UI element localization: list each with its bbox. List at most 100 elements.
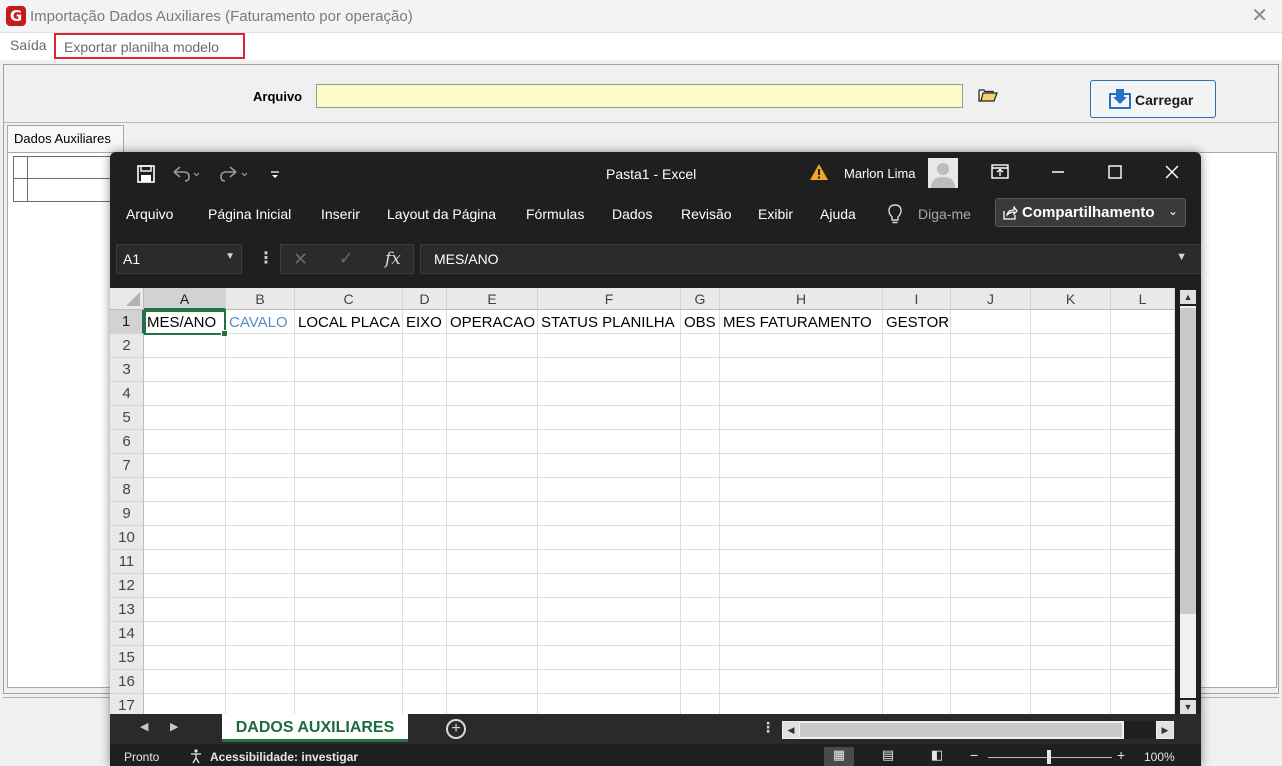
tab-exibir[interactable]: Exibir <box>758 206 793 222</box>
row-header[interactable]: 16 <box>110 670 144 694</box>
spreadsheet-grid[interactable]: A B C D E F G H I J K L 1 2 3 4 5 6 7 8 9 10 11 12 13 14 15 16 17 MES… <box>110 288 1175 714</box>
column-header[interactable]: H <box>720 288 883 310</box>
zoom-level[interactable]: 100% <box>1144 750 1175 764</box>
tab-formulas[interactable]: Fórmulas <box>526 206 584 222</box>
undo-icon[interactable] <box>170 164 200 184</box>
redo-icon[interactable] <box>218 164 248 184</box>
row-header[interactable]: 6 <box>110 430 144 454</box>
column-header[interactable]: F <box>538 288 681 310</box>
row-header[interactable]: 5 <box>110 406 144 430</box>
header-cell[interactable]: LOCAL PLACA <box>295 310 403 334</box>
zoom-in-icon[interactable]: + <box>1117 747 1125 763</box>
expand-formula-icon[interactable]: ▼ <box>1176 251 1187 263</box>
column-header[interactable]: A <box>144 288 226 310</box>
tab-layout-pagina[interactable]: Layout da Página <box>387 206 496 222</box>
row-header[interactable]: 14 <box>110 622 144 646</box>
horizontal-scrollbar[interactable]: ◀ ▶ <box>782 721 1174 739</box>
column-header[interactable]: B <box>226 288 295 310</box>
gridline <box>719 310 720 714</box>
row-header[interactable]: 4 <box>110 382 144 406</box>
lightbulb-icon[interactable] <box>886 203 904 225</box>
menu-exit[interactable]: Saída <box>10 37 47 53</box>
row-header[interactable]: 7 <box>110 454 144 478</box>
tab-dados[interactable]: Dados <box>612 206 652 222</box>
normal-view-icon[interactable]: ▦ <box>824 747 854 766</box>
maximize-icon[interactable] <box>1103 160 1127 184</box>
zoom-slider-thumb[interactable] <box>1047 750 1051 764</box>
row-header[interactable]: 2 <box>110 334 144 358</box>
row-header[interactable]: 1 <box>110 310 144 334</box>
tab-dados-auxiliares[interactable]: Dados Auxiliares <box>7 125 124 153</box>
customize-toolbar-icon[interactable] <box>268 164 282 184</box>
page-break-view-icon[interactable]: ◧ <box>922 747 952 766</box>
column-header[interactable]: J <box>951 288 1031 310</box>
minimize-icon[interactable] <box>1046 160 1070 184</box>
row-header[interactable]: 12 <box>110 574 144 598</box>
header-cell[interactable]: GESTOR <box>883 310 951 334</box>
user-name[interactable]: Marlon Lima <box>844 166 916 181</box>
header-cell[interactable]: CAVALO <box>226 310 295 334</box>
column-header[interactable]: D <box>403 288 447 310</box>
excel-close-icon[interactable] <box>1160 160 1184 184</box>
warning-icon[interactable] <box>809 163 829 181</box>
row-header[interactable]: 11 <box>110 550 144 574</box>
header-cell[interactable]: EIXO <box>403 310 447 334</box>
add-sheet-icon[interactable]: + <box>446 719 466 739</box>
header-cell[interactable]: OBS <box>681 310 720 334</box>
menu-export-template[interactable]: Exportar planilha modelo <box>54 33 245 59</box>
folder-open-icon[interactable] <box>978 87 998 103</box>
avatar[interactable] <box>928 158 958 188</box>
column-header[interactable]: L <box>1111 288 1175 310</box>
name-box[interactable]: A1 ▼ <box>116 244 242 274</box>
row-header[interactable]: 8 <box>110 478 144 502</box>
column-header[interactable]: G <box>681 288 720 310</box>
row-header[interactable]: 3 <box>110 358 144 382</box>
formula-input[interactable]: MES/ANO ▼ <box>420 244 1201 274</box>
vertical-scrollbar[interactable]: ▲ ▼ <box>1176 288 1200 714</box>
scroll-thumb[interactable] <box>1180 308 1196 614</box>
sheet-options-icon[interactable]: ⋮ <box>761 719 775 736</box>
header-cell[interactable]: STATUS PLANILHA <box>538 310 681 334</box>
gridline <box>144 669 1175 670</box>
ribbon-display-icon[interactable] <box>988 160 1012 184</box>
select-all-corner[interactable] <box>110 288 144 310</box>
sheet-tab-dados-auxiliares[interactable]: DADOS AUXILIARES <box>222 714 408 742</box>
file-path-input[interactable] <box>316 84 963 108</box>
row-header[interactable]: 13 <box>110 598 144 622</box>
tab-pagina-inicial[interactable]: Página Inicial <box>208 206 291 222</box>
row-header[interactable]: 10 <box>110 526 144 550</box>
page-layout-view-icon[interactable]: ▤ <box>873 747 903 766</box>
share-button[interactable]: Compartilhamento ⌄ <box>995 198 1186 227</box>
tab-ajuda[interactable]: Ajuda <box>820 206 856 222</box>
data-grid[interactable] <box>13 156 111 202</box>
cancel-icon[interactable]: ✕ <box>293 249 308 270</box>
column-header[interactable]: I <box>883 288 951 310</box>
row-header[interactable]: 9 <box>110 502 144 526</box>
column-header[interactable]: E <box>447 288 538 310</box>
sheet-next-icon[interactable]: ▶ <box>170 720 178 733</box>
header-cell[interactable]: OPERACAO <box>447 310 538 334</box>
load-button[interactable]: Carregar <box>1090 80 1216 118</box>
row-header[interactable]: 15 <box>110 646 144 670</box>
column-header[interactable]: K <box>1031 288 1111 310</box>
scroll-up-icon[interactable]: ▲ <box>1180 290 1196 304</box>
column-header[interactable]: C <box>295 288 403 310</box>
more-options-icon[interactable]: ⋮ <box>258 248 274 268</box>
status-accessibility[interactable]: Acessibilidade: investigar <box>210 750 358 764</box>
hscroll-thumb[interactable] <box>800 723 1122 737</box>
insert-function-icon[interactable]: fx <box>385 249 401 269</box>
scroll-down-icon[interactable]: ▼ <box>1180 700 1196 714</box>
header-cell[interactable]: MES FATURAMENTO <box>720 310 883 334</box>
save-icon[interactable] <box>136 164 156 184</box>
tab-revisao[interactable]: Revisão <box>681 206 732 222</box>
close-icon[interactable]: ✕ <box>1251 5 1268 27</box>
tab-arquivo[interactable]: Arquivo <box>126 206 173 222</box>
enter-check-icon[interactable]: ✓ <box>339 249 353 269</box>
tell-me-search[interactable]: Diga-me <box>918 206 971 222</box>
tab-inserir[interactable]: Inserir <box>321 206 360 222</box>
scroll-right-icon[interactable]: ▶ <box>1157 722 1173 738</box>
sheet-prev-icon[interactable]: ◀ <box>140 720 148 733</box>
row-header[interactable]: 17 <box>110 694 144 714</box>
zoom-out-icon[interactable]: − <box>970 747 978 763</box>
scroll-left-icon[interactable]: ◀ <box>783 722 799 738</box>
